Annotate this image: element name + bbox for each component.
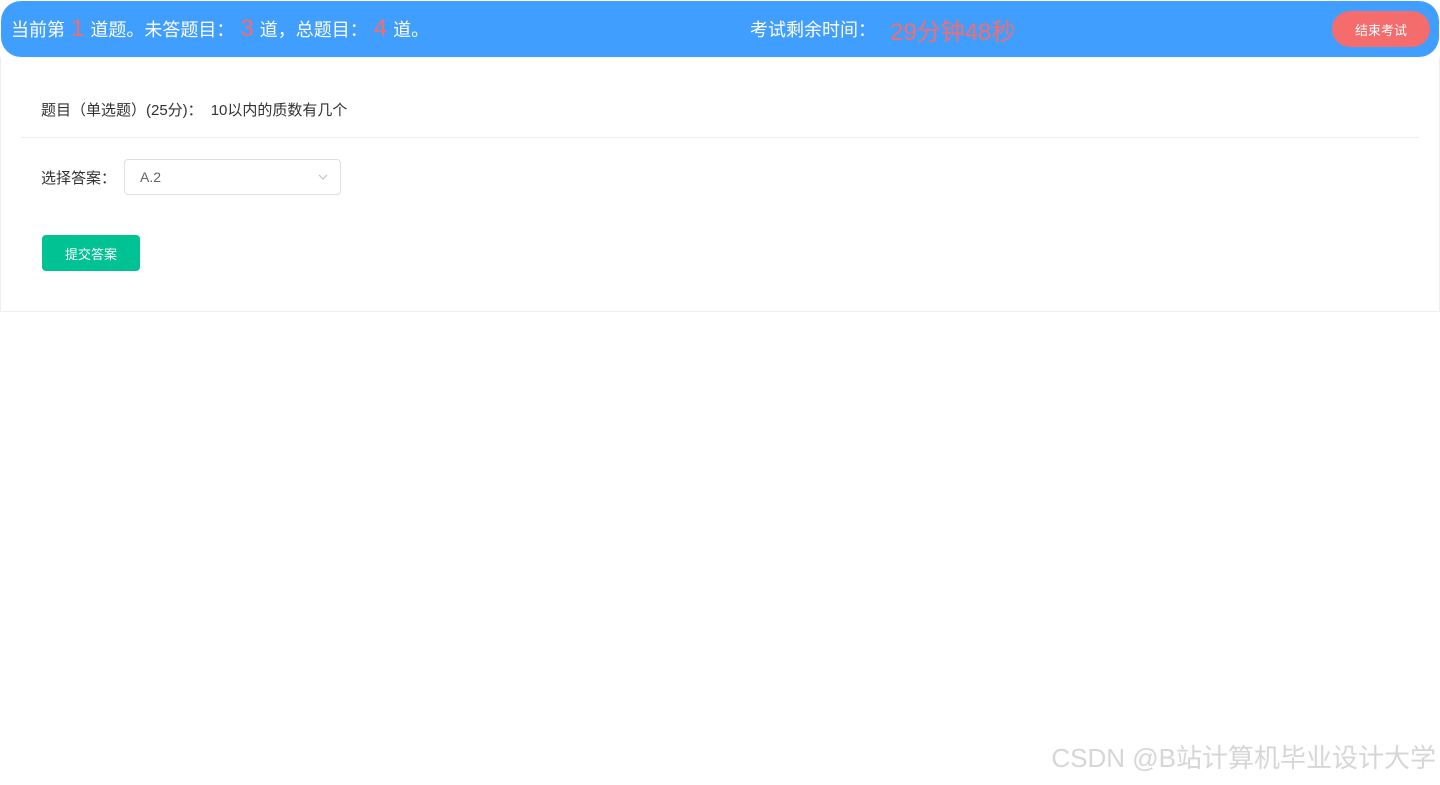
answer-selected-value: A.2 [140, 169, 162, 185]
progress-unanswered-suffix: 道，总题目： [259, 20, 368, 40]
divider [21, 137, 1419, 138]
remaining-time: 考试剩余时间： 29分钟48秒 [750, 1, 1015, 57]
exam-page: 当前第 1 道题。未答题目： 3 道，总题目： 4 道。 考试剩余时间： 29分… [0, 0, 1440, 785]
submit-answer-button[interactable]: 提交答案 [42, 235, 140, 271]
question-card: 题目（单选题）(25分)： 10以内的质数有几个 选择答案： A.2 提交答案 [0, 57, 1440, 312]
timer-value: 29分钟48秒 [890, 18, 1016, 46]
question-text: 10以内的质数有几个 [210, 102, 348, 119]
end-exam-button[interactable]: 结束考试 [1332, 11, 1430, 47]
unanswered-count: 3 [240, 15, 254, 42]
question-title: 题目（单选题）(25分)： 10以内的质数有几个 [41, 99, 347, 120]
answer-row: 选择答案： A.2 [41, 159, 342, 195]
question-progress: 当前第 1 道题。未答题目： 3 道，总题目： 4 道。 [11, 1, 429, 57]
timer-label: 考试剩余时间： [750, 20, 876, 40]
current-question-number: 1 [71, 15, 85, 42]
progress-current-suffix: 道题。未答题目： [90, 20, 235, 40]
watermark: CSDN @B站计算机毕业设计大学 [1051, 743, 1436, 773]
progress-total-suffix: 道。 [393, 20, 430, 40]
answer-select[interactable]: A.2 [124, 159, 342, 195]
exam-header-bar: 当前第 1 道题。未答题目： 3 道，总题目： 4 道。 考试剩余时间： 29分… [1, 1, 1439, 57]
chevron-down-icon [318, 174, 328, 180]
progress-current-prefix: 当前第 [11, 20, 65, 40]
answer-label: 选择答案： [41, 169, 117, 187]
total-count: 4 [373, 15, 388, 42]
question-prefix: 题目（单选题）(25分)： [41, 102, 203, 119]
